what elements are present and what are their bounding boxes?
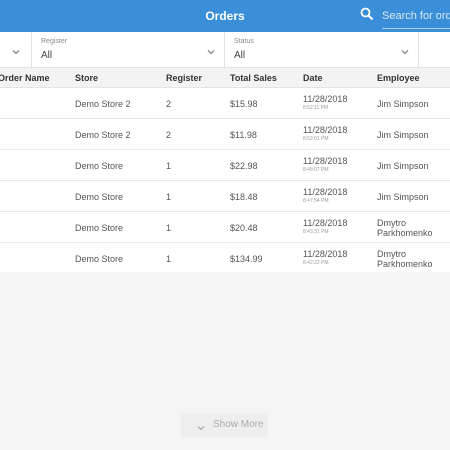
date-text: 11/28/2018 (303, 249, 348, 259)
column-header-total-sales[interactable]: Total Sales (230, 68, 277, 88)
employee-cell: Jim Simpson (377, 130, 429, 140)
filter-value: All (41, 50, 53, 61)
date-cell: 11/28/2018 8:48:07 PM (303, 156, 363, 174)
date-text: 11/28/2018 (303, 94, 348, 104)
employee-cell: Jim Simpson (377, 99, 429, 109)
column-header-employee[interactable]: Employee (377, 68, 420, 88)
table-row[interactable]: Demo Store 1 $22.98 11/28/2018 8:48:07 P… (0, 151, 450, 181)
chevron-down-icon[interactable] (206, 44, 216, 55)
filter-bar: Register All Status All (0, 32, 450, 68)
employee-cell: Dmytro Parkhomenko (377, 218, 433, 238)
chevron-down-icon (196, 420, 206, 431)
time-text: 8:42:22 PM (303, 260, 329, 266)
chevron-down-icon[interactable] (11, 44, 21, 55)
chevron-down-icon[interactable] (400, 44, 410, 55)
total-sales-cell: $22.98 (230, 161, 258, 171)
time-text: 8:48:07 PM (303, 167, 329, 173)
filter-value: All (234, 50, 246, 61)
date-text: 11/28/2018 (303, 156, 348, 166)
filter-status[interactable]: Status All (226, 32, 419, 67)
date-cell: 11/28/2018 8:43:31 PM (303, 218, 363, 236)
register-cell: 1 (166, 254, 172, 264)
store-cell: Demo Store (75, 192, 124, 202)
header-bar: Orders (0, 0, 450, 32)
table-row[interactable]: Demo Store 2 2 $15.98 11/28/2018 8:52:11… (0, 89, 450, 119)
filter-order-type[interactable] (0, 32, 32, 67)
show-more-button[interactable]: Show More (181, 413, 268, 437)
employee-cell: Jim Simpson (377, 161, 429, 171)
date-cell: 11/28/2018 8:52:11 PM (303, 94, 363, 112)
table-row[interactable]: Demo Store 1 $18.48 11/28/2018 8:47:54 P… (0, 182, 450, 212)
time-text: 8:52:11 PM (303, 105, 329, 111)
table-header: Order Name Store Register Total Sales Da… (0, 68, 450, 88)
column-header-store[interactable]: Store (75, 68, 98, 88)
search-input[interactable] (382, 7, 450, 25)
total-sales-cell: $134.99 (230, 254, 263, 264)
date-cell: 11/28/2018 8:52:01 PM (303, 125, 363, 143)
register-cell: 1 (166, 161, 172, 171)
date-text: 11/28/2018 (303, 187, 348, 197)
search-icon[interactable] (360, 7, 374, 21)
table-row[interactable]: Demo Store 2 2 $11.98 11/28/2018 8:52:01… (0, 120, 450, 150)
date-text: 11/28/2018 (303, 125, 348, 135)
store-cell: Demo Store (75, 161, 124, 171)
filter-label: Status (234, 38, 254, 45)
total-sales-cell: $18.48 (230, 192, 258, 202)
table-row[interactable]: Demo Store 1 $20.48 11/28/2018 8:43:31 P… (0, 213, 450, 243)
search-underline (382, 28, 450, 29)
show-more-label: Show More (213, 419, 264, 430)
store-cell: Demo Store (75, 254, 124, 264)
register-cell: 1 (166, 192, 172, 202)
search-box[interactable] (356, 4, 450, 29)
employee-cell: Jim Simpson (377, 192, 429, 202)
register-cell: 1 (166, 223, 172, 233)
store-cell: Demo Store 2 (75, 99, 131, 109)
table-row[interactable]: Demo Store 1 $134.99 11/28/2018 8:42:22 … (0, 244, 450, 274)
total-sales-cell: $15.98 (230, 99, 258, 109)
total-sales-cell: $20.48 (230, 223, 258, 233)
filter-register[interactable]: Register All (33, 32, 225, 67)
filter-label: Register (41, 38, 68, 45)
column-header-register[interactable]: Register (166, 68, 202, 88)
total-sales-cell: $11.98 (230, 130, 257, 140)
register-cell: 2 (166, 99, 172, 109)
date-cell: 11/28/2018 8:42:22 PM (303, 249, 363, 267)
time-text: 8:52:01 PM (303, 136, 329, 142)
time-text: 8:43:31 PM (303, 229, 329, 235)
register-cell: 2 (166, 130, 172, 140)
store-cell: Demo Store 2 (75, 130, 131, 140)
column-header-date[interactable]: Date (303, 68, 323, 88)
store-cell: Demo Store (75, 223, 124, 233)
employee-cell: Dmytro Parkhomenko (377, 249, 433, 269)
time-text: 8:47:54 PM (303, 198, 329, 204)
date-text: 11/28/2018 (303, 218, 348, 228)
date-cell: 11/28/2018 8:47:54 PM (303, 187, 363, 205)
column-header-order-name[interactable]: Order Name (0, 68, 50, 88)
